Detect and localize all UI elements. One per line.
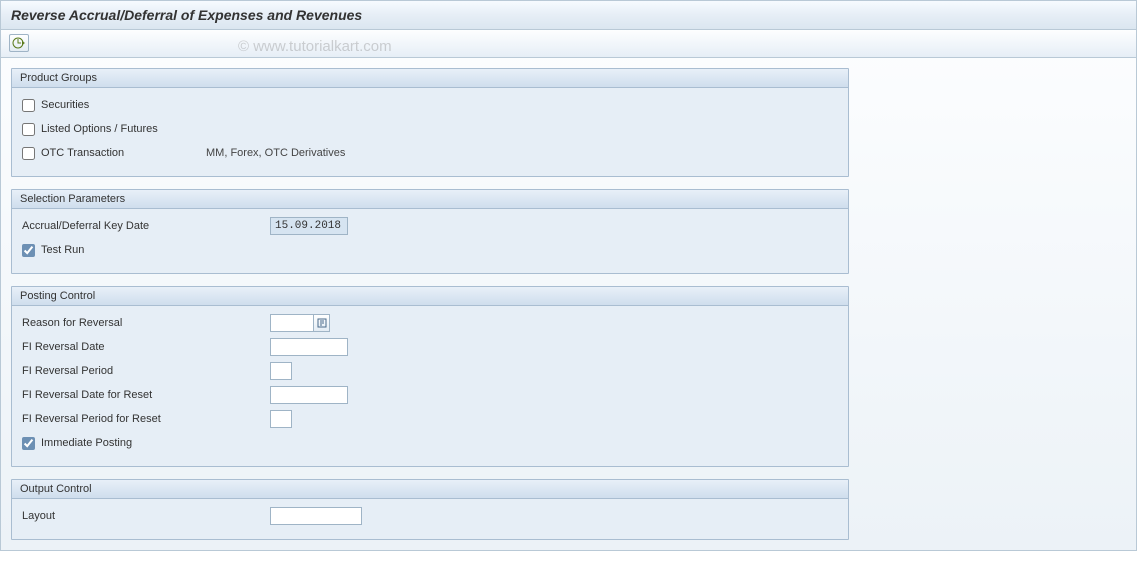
label-securities: Securities (41, 99, 89, 111)
row-testrun: Test Run (22, 239, 838, 261)
input-reason-for-reversal[interactable] (270, 314, 314, 332)
input-fi-reversal-date-reset[interactable] (270, 386, 348, 404)
f4-help-icon (317, 318, 327, 328)
input-fi-reversal-period-reset[interactable] (270, 410, 292, 428)
f4-help-button[interactable] (314, 314, 330, 332)
checkbox-immediate-posting[interactable] (22, 437, 35, 450)
execute-button[interactable] (9, 34, 29, 52)
row-fi-period-reset: FI Reversal Period for Reset (22, 408, 838, 430)
otc-description: MM, Forex, OTC Derivatives (206, 147, 345, 159)
input-layout[interactable] (270, 507, 362, 525)
clock-execute-icon (12, 36, 26, 50)
group-product-groups: Product Groups Securities Listed Options… (11, 68, 849, 177)
row-otc: OTC Transaction MM, Forex, OTC Derivativ… (22, 142, 838, 164)
input-keydate[interactable]: 15.09.2018 (270, 217, 348, 235)
row-layout: Layout (22, 505, 838, 527)
label-fi-period-reset: FI Reversal Period for Reset (22, 413, 270, 425)
group-header-product: Product Groups (12, 69, 848, 88)
label-testrun: Test Run (41, 244, 84, 256)
label-listed: Listed Options / Futures (41, 123, 158, 135)
group-output-control: Output Control Layout (11, 479, 849, 540)
row-fi-date-reset: FI Reversal Date for Reset (22, 384, 838, 406)
row-immediate: Immediate Posting (22, 432, 838, 454)
label-keydate: Accrual/Deferral Key Date (22, 220, 270, 232)
row-fi-date: FI Reversal Date (22, 336, 838, 358)
row-keydate: Accrual/Deferral Key Date 15.09.2018 (22, 215, 838, 237)
row-securities: Securities (22, 94, 838, 116)
row-fi-period: FI Reversal Period (22, 360, 838, 382)
checkbox-securities[interactable] (22, 99, 35, 112)
label-fi-date-reset: FI Reversal Date for Reset (22, 389, 270, 401)
label-fi-period: FI Reversal Period (22, 365, 270, 377)
group-header-selection: Selection Parameters (12, 190, 848, 209)
page-title: Reverse Accrual/Deferral of Expenses and… (1, 1, 1136, 30)
label-layout: Layout (22, 510, 270, 522)
label-otc: OTC Transaction (41, 147, 124, 159)
label-reason: Reason for Reversal (22, 317, 270, 329)
group-header-output: Output Control (12, 480, 848, 499)
title-text: Reverse Accrual/Deferral of Expenses and… (11, 7, 362, 23)
checkbox-test-run[interactable] (22, 244, 35, 257)
label-fi-date: FI Reversal Date (22, 341, 270, 353)
row-listed: Listed Options / Futures (22, 118, 838, 140)
group-selection-parameters: Selection Parameters Accrual/Deferral Ke… (11, 189, 849, 274)
window: Reverse Accrual/Deferral of Expenses and… (0, 0, 1137, 551)
input-fi-reversal-date[interactable] (270, 338, 348, 356)
checkbox-listed-options[interactable] (22, 123, 35, 136)
checkbox-otc[interactable] (22, 147, 35, 160)
row-reason: Reason for Reversal (22, 312, 838, 334)
group-header-posting: Posting Control (12, 287, 848, 306)
label-immediate: Immediate Posting (41, 437, 132, 449)
group-posting-control: Posting Control Reason for Reversal (11, 286, 849, 467)
content-area: Product Groups Securities Listed Options… (1, 58, 1136, 562)
input-fi-reversal-period[interactable] (270, 362, 292, 380)
toolbar (1, 30, 1136, 58)
